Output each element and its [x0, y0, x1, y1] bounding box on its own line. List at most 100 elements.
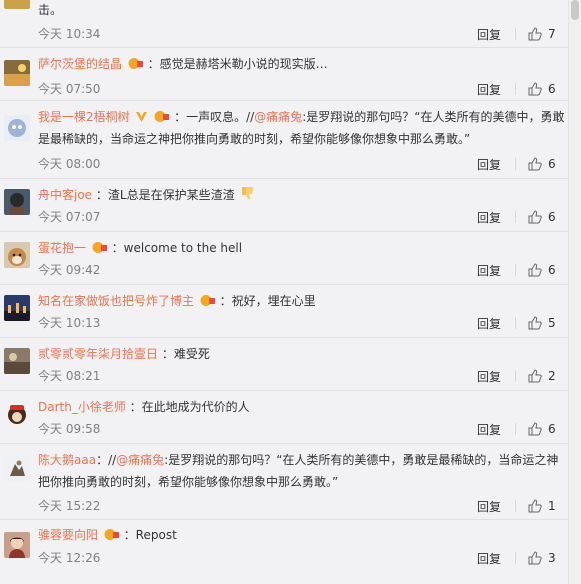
- divider: [515, 211, 516, 223]
- comment-time: 今天 07:07: [38, 210, 101, 224]
- like-button[interactable]: 2: [528, 369, 556, 383]
- thumbs-up-icon: [528, 157, 542, 171]
- like-count: 6: [548, 263, 556, 277]
- comment-time: 今天 15:22: [38, 499, 101, 513]
- reply-button[interactable]: 回复: [477, 26, 501, 43]
- mention-link[interactable]: @痛痛兔: [116, 453, 164, 467]
- comment-time: 今天 10:13: [38, 316, 101, 330]
- avatar[interactable]: [4, 242, 30, 268]
- comment-item: 骓蓉要向阳 ：Repost 今天 12:26 回复 3: [0, 519, 568, 584]
- like-button[interactable]: 6: [528, 422, 556, 436]
- comment-item: 陈大鹅aaa：//@痛痛兔:是罗翔说的那句吗？“在人类所有的美德中，勇敢是最稀缺…: [0, 443, 568, 519]
- reply-button[interactable]: 回复: [477, 315, 501, 332]
- thumbs-up-icon: [528, 82, 542, 96]
- avatar[interactable]: [4, 115, 30, 141]
- comment-text: ：难受死: [161, 347, 210, 361]
- comment-username[interactable]: 骓蓉要向阳: [38, 528, 98, 542]
- comment-username[interactable]: 萨尔茨堡的结晶: [38, 57, 122, 71]
- reply-button[interactable]: 回复: [477, 498, 501, 515]
- divider: [515, 500, 516, 512]
- comment-text: 击。: [38, 3, 63, 17]
- comment-text-cont: :是罗翔说的那句吗？“在人类所有的美德中，勇敢: [302, 110, 565, 124]
- thumbs-up-icon: [528, 499, 542, 513]
- comment-text: ：Repost: [123, 528, 177, 542]
- like-button[interactable]: 6: [528, 157, 556, 171]
- comment-username[interactable]: 蛋花抱一: [38, 241, 86, 255]
- thumbs-up-icon: [528, 551, 542, 565]
- vip-badge-icon: [200, 293, 216, 314]
- comment-text-cont: :是罗翔说的那句吗？“在人类所有的美德中，勇敢是最稀缺的，当命运之神: [164, 453, 559, 467]
- comment-time: 今天 08:00: [38, 157, 101, 171]
- avatar[interactable]: [4, 295, 30, 321]
- comment-username[interactable]: 陈大鹅aaa: [38, 453, 96, 467]
- comment-username[interactable]: 我是一棵2梧桐树: [38, 110, 130, 124]
- like-button[interactable]: 6: [528, 82, 556, 96]
- comment-text-line2: 是最稀缺的，当命运之神把你推向勇敢的时刻，希望你能够像你想象中那么勇敢。”: [38, 132, 471, 146]
- avatar[interactable]: [4, 401, 30, 427]
- vip-badge-icon: [128, 56, 144, 77]
- avatar[interactable]: [4, 532, 30, 558]
- thumbs-up-icon: [528, 27, 542, 41]
- reply-button[interactable]: 回复: [477, 262, 501, 279]
- avatar[interactable]: [4, 0, 30, 9]
- comment-item: 知名在家做饭也把号炸了博主 ：祝好，埋在心里 今天 10:13 回复 5: [0, 284, 568, 337]
- scrollbar[interactable]: [568, 0, 581, 584]
- like-count: 6: [548, 210, 556, 224]
- reply-button[interactable]: 回复: [477, 156, 501, 173]
- comment-username[interactable]: Darth_小徐老师: [38, 400, 126, 414]
- thumbs-up-icon: [528, 263, 542, 277]
- like-count: 7: [548, 27, 556, 41]
- like-button[interactable]: 1: [528, 499, 556, 513]
- avatar[interactable]: [4, 189, 30, 215]
- mention-link[interactable]: @痛痛兔: [254, 110, 302, 124]
- thumbs-up-icon: [528, 422, 542, 436]
- like-button[interactable]: 6: [528, 263, 556, 277]
- like-count: 5: [548, 316, 556, 330]
- comment-text: ：//: [96, 453, 117, 467]
- comment-time: 今天 08:21: [38, 369, 101, 383]
- comment-time: 今天 09:58: [38, 422, 101, 436]
- divider: [515, 28, 516, 40]
- comment-text: ：渣L总是在保护某些渣渣: [95, 188, 235, 202]
- like-button[interactable]: 7: [528, 27, 556, 41]
- avatar[interactable]: [4, 60, 30, 86]
- comment-text: ：在此地成为代价的人: [129, 400, 250, 414]
- thumbs-up-icon: [528, 369, 542, 383]
- comment-text: ：welcome to the hell: [111, 241, 243, 255]
- comment-text: ：感觉是赫塔米勒小说的现实版…: [147, 57, 328, 71]
- comment-item: 击。 今天 10:34 回复 7: [0, 0, 568, 46]
- like-button[interactable]: 5: [528, 316, 556, 330]
- like-count: 1: [548, 499, 556, 513]
- like-count: 6: [548, 157, 556, 171]
- reply-button[interactable]: 回复: [477, 81, 501, 98]
- divider: [515, 370, 516, 382]
- comment-item: 我是一棵2梧桐树 ：一声叹息。//@痛痛兔:是罗翔说的那句吗？“在人类所有的美德…: [0, 100, 568, 178]
- comment-username[interactable]: 知名在家做饭也把号炸了博主: [38, 294, 194, 308]
- comment-username[interactable]: 贰零贰零年柒月拾壹日: [38, 347, 158, 361]
- vip-badge-icon: [154, 109, 170, 130]
- divider: [515, 317, 516, 329]
- comment-list: 击。 今天 10:34 回复 7 萨尔茨堡的结晶 ：感觉是赫塔米勒小说的现实版……: [0, 0, 568, 584]
- thumbs-down-emoji-icon: [240, 185, 256, 208]
- scrollbar-thumb[interactable]: [571, 0, 579, 20]
- like-count: 6: [548, 422, 556, 436]
- divider: [515, 83, 516, 95]
- comment-time: 今天 10:34: [38, 27, 101, 41]
- like-button[interactable]: 6: [528, 210, 556, 224]
- vip-badge-icon: [104, 527, 120, 548]
- comment-item: Darth_小徐老师 ：在此地成为代价的人 今天 09:58 回复 6: [0, 390, 568, 443]
- comment-username[interactable]: 舟中客joe: [38, 188, 92, 202]
- comment-text: ：一声叹息。//: [174, 110, 255, 124]
- comment-item: 萨尔茨堡的结晶 ：感觉是赫塔米勒小说的现实版… 今天 07:50 回复 6: [0, 47, 568, 100]
- reply-button[interactable]: 回复: [477, 550, 501, 567]
- divider: [515, 264, 516, 276]
- comment-time: 今天 09:42: [38, 263, 101, 277]
- reply-button[interactable]: 回复: [477, 209, 501, 226]
- reply-button[interactable]: 回复: [477, 421, 501, 438]
- divider: [515, 552, 516, 564]
- avatar[interactable]: [4, 456, 30, 482]
- like-button[interactable]: 3: [528, 551, 556, 565]
- avatar[interactable]: [4, 348, 30, 374]
- reply-button[interactable]: 回复: [477, 368, 501, 385]
- thumbs-up-icon: [528, 210, 542, 224]
